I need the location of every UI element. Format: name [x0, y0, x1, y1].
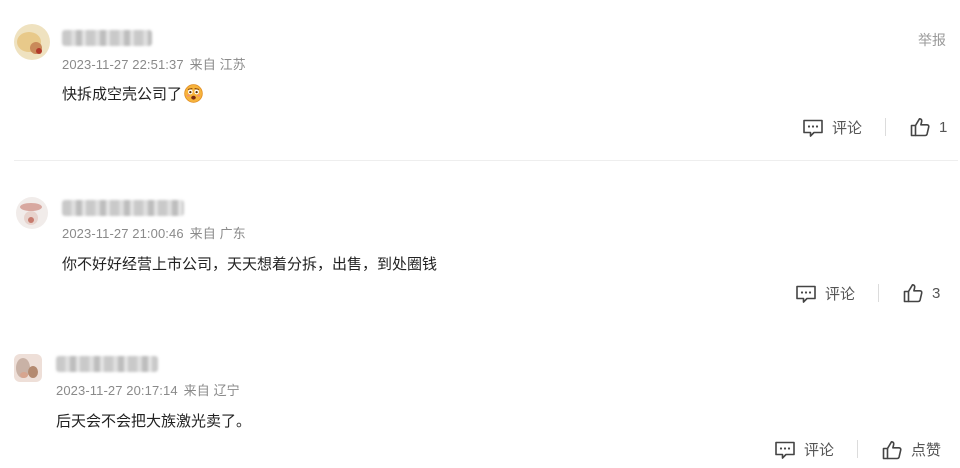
reply-label: 评论 — [804, 442, 835, 459]
reply-button[interactable]: 评论 — [802, 117, 862, 138]
thumbs-up-icon — [910, 118, 930, 137]
avatar[interactable] — [14, 24, 50, 60]
comment-bubble-icon — [775, 441, 795, 459]
reply-button[interactable]: 评论 — [774, 439, 834, 460]
username[interactable] — [62, 30, 152, 46]
like-button[interactable]: 3 — [902, 283, 940, 303]
comment-item: 2023-11-27 22:51:37 来自 江苏 举报 快拆成空壳公司了 评论 … — [0, 0, 960, 160]
like-count: 1 — [939, 118, 948, 136]
comment-time: 2023-11-27 22:51:37 — [62, 57, 184, 72]
action-separator — [857, 440, 858, 458]
comment-location: 来自 辽宁 — [183, 383, 240, 398]
like-count: 3 — [932, 284, 941, 302]
comment-location: 来自 江苏 — [189, 57, 246, 72]
like-label: 点赞 — [911, 442, 942, 459]
reply-label: 评论 — [832, 120, 863, 137]
comment-bubble-icon — [803, 119, 823, 137]
reply-button[interactable]: 评论 — [795, 283, 855, 304]
comment-text: 你不好好经营上市公司，天天想着分拆，出售，到处圈钱 — [62, 256, 438, 273]
comment-meta: 2023-11-27 21:00:46 来自 广东 — [62, 223, 246, 242]
comment-bubble-icon — [796, 285, 816, 303]
like-button[interactable]: 1 — [909, 117, 947, 137]
thumbs-up-icon — [882, 440, 902, 459]
action-separator — [885, 118, 886, 136]
comment-time: 2023-11-27 20:17:14 — [56, 383, 178, 398]
thumbs-up-icon — [903, 284, 923, 303]
action-separator — [878, 284, 879, 302]
comment-text: 快拆成空壳公司了 — [62, 86, 183, 103]
report-button[interactable]: 举报 — [918, 30, 946, 50]
comment-text-wrap: 快拆成空壳公司了 — [62, 83, 203, 104]
comment-text: 后天会不会把大族激光卖了。 — [56, 413, 252, 430]
avatar[interactable] — [14, 354, 42, 382]
comment-meta: 2023-11-27 22:51:37 来自 江苏 — [62, 54, 246, 73]
like-button[interactable]: 点赞 — [881, 439, 941, 460]
comment-item: 2023-11-27 20:17:14 来自 辽宁 后天会不会把大族激光卖了。 评… — [0, 330, 960, 468]
astonished-face-emoji — [184, 84, 203, 103]
username[interactable] — [62, 200, 184, 216]
comment-item: 2023-11-27 21:00:46 来自 广东 你不好好经营上市公司，天天想着… — [0, 161, 960, 321]
reply-label: 评论 — [825, 286, 856, 303]
username[interactable] — [56, 356, 158, 372]
comment-time: 2023-11-27 21:00:46 — [62, 226, 184, 241]
comment-meta: 2023-11-27 20:17:14 来自 辽宁 — [56, 380, 240, 399]
comment-location: 来自 广东 — [189, 226, 246, 241]
avatar[interactable] — [16, 197, 48, 229]
